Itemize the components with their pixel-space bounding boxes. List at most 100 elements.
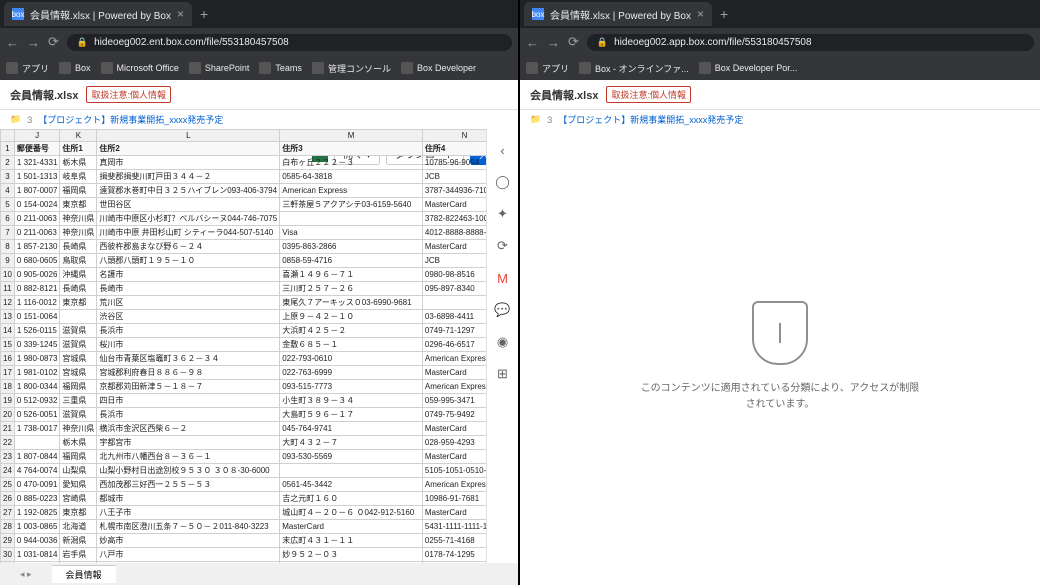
table-row[interactable]: 231 807-0844福岡県北九州市八幡西台８－３６－１093-530-556… xyxy=(1,450,519,464)
restricted-message: このコンテンツに適用されている分類により、アクセスが制限 されています。 xyxy=(641,381,920,413)
right-sidebar: ‹ ◯ ✦ ⟳ M 💬 ◉ ⊞ xyxy=(486,129,518,563)
table-row[interactable]: 50 154-0024東京都世田谷区三軒茶屋５アクアシテ03-6159-5640… xyxy=(1,198,519,212)
apps-button[interactable]: アプリ xyxy=(6,62,49,75)
table-row[interactable]: 181 800-0344福岡県京都郡苅田新津５－１８－７093-515-7773… xyxy=(1,380,519,394)
file-name: 会員情報.xlsx xyxy=(530,87,598,103)
sheet-nav[interactable]: ◂ ▸ xyxy=(0,569,52,580)
breadcrumb: 📁 3 【プロジェクト】新規事業開拓_xxxx発売予定 xyxy=(520,110,1040,129)
url-text: hideoeg002.ent.box.com/file/553180457508 xyxy=(94,37,289,48)
tab-bar: box 会員情報.xlsx | Powered by Box × + xyxy=(520,0,1040,28)
browser-tab[interactable]: box 会員情報.xlsx | Powered by Box × xyxy=(4,2,192,26)
gmail-icon[interactable]: M xyxy=(494,269,512,287)
table-row[interactable]: 301 031-0814岩手県八戸市妙９５２－０３0178-74-1295Ame… xyxy=(1,548,519,562)
file-name: 会員情報.xlsx xyxy=(10,87,78,103)
left-window: box 会員情報.xlsx | Powered by Box × + ← → ⟳… xyxy=(0,0,520,585)
table-row[interactable]: 31茨城県稲敷町２９６－４MasterCard5431-1111-1111-11… xyxy=(1,562,519,564)
table-row[interactable]: 150 339-1245滋賀県桜川市金敷６８５－１0296-46-6517Mas… xyxy=(1,338,519,352)
sub-count: 3 xyxy=(547,115,552,125)
right-window: box 会員情報.xlsx | Powered by Box × + ← → ⟳… xyxy=(520,0,1040,585)
chevron-icon[interactable]: ‹ xyxy=(494,141,512,159)
confidential-tag: 取扱注意:個人情報 xyxy=(86,86,171,103)
bookmark-boxdev[interactable]: Box Developer xyxy=(401,62,476,74)
table-row[interactable]: 21 321-4331栃木県真岡市白布ヶ丘２２２－３10785-96-9094A… xyxy=(1,156,519,170)
tab-bar: box 会員情報.xlsx | Powered by Box × + xyxy=(0,0,518,28)
new-tab-button[interactable]: + xyxy=(192,6,216,22)
table-row[interactable]: 60 211-0063神奈川県川崎市中原区小杉町？ベルバシーヌ044-746-7… xyxy=(1,212,519,226)
table-row[interactable]: 141 526-0115滋賀県長浜市大浜町４２５－２0749-71-1297Am… xyxy=(1,324,519,338)
table-row[interactable]: 90 680-0605鳥取県八頭郡八頭町１９５－１０0858-59-4716JC… xyxy=(1,254,519,268)
box-icon: box xyxy=(12,8,24,20)
table-row[interactable]: 290 944-0036新潟県妙高市末広町４３１－１１0255-71-4168M… xyxy=(1,534,519,548)
table-row[interactable]: 22栃木県宇都宮市大町４３２－７028-959-4293American Exp… xyxy=(1,436,519,450)
address-bar[interactable]: 🔒 hideoeg002.ent.box.com/file/5531804575… xyxy=(67,34,512,51)
table-row[interactable]: 161 980-0873宮城県仙台市青葉区塩竈町３６２－３４022-793-06… xyxy=(1,352,519,366)
apps-button[interactable]: アプリ xyxy=(526,62,569,75)
data-table: JKLMNOPQ1郵便番号住所1住所2住所3住所4電話番号クレジットカード会社ク… xyxy=(0,129,518,563)
reload-icon[interactable]: ⟳ xyxy=(48,34,59,50)
tab-title: 会員情報.xlsx | Powered by Box xyxy=(30,7,171,22)
table-row[interactable]: 281 003-0865北海道札幌市南区澄川五条７－５０－２011-840-32… xyxy=(1,520,519,534)
file-header: 会員情報.xlsx 取扱注意:個人情報 xyxy=(0,80,518,110)
table-row[interactable]: 271 192-0825東京都八王子市城山町４－２０－６ ０042-912-51… xyxy=(1,506,519,520)
project-folder[interactable]: 【プロジェクト】新規事業開拓_xxxx発売予定 xyxy=(38,113,223,126)
table-row[interactable]: 171 981-0102宮城県宮城郡利府春日８８６－９８022-763-6999… xyxy=(1,366,519,380)
back-icon[interactable]: ← xyxy=(6,35,19,50)
table-row[interactable]: 250 470-0091愛知県西加茂郡三好西一２５５－５３0561-45-344… xyxy=(1,478,519,492)
browser-tab[interactable]: box 会員情報.xlsx | Powered by Box × xyxy=(524,2,712,26)
close-icon[interactable]: × xyxy=(177,7,184,21)
table-row[interactable]: 190 512-0932三重県四日市小生町３８９－３４059-995-3471M… xyxy=(1,394,519,408)
sheet-tab[interactable]: 会員情報 xyxy=(52,565,116,583)
close-icon[interactable]: × xyxy=(697,7,704,21)
circle-icon[interactable]: ◯ xyxy=(494,173,512,191)
sheet-tab-bar: ◂ ▸ 会員情報 xyxy=(0,563,518,585)
new-tab-button[interactable]: + xyxy=(712,6,736,22)
confidential-tag: 取扱注意:個人情報 xyxy=(606,86,691,103)
breadcrumb: 📁 3 【プロジェクト】新規事業開拓_xxxx発売予定 xyxy=(0,110,518,129)
project-folder[interactable]: 【プロジェクト】新規事業開拓_xxxx発売予定 xyxy=(558,113,743,126)
table-row[interactable]: 200 526-0051滋賀県長浜市大島町５９６－１７0749-75-9492M… xyxy=(1,408,519,422)
refresh-icon[interactable]: ⟳ xyxy=(494,237,512,255)
folder-icon: 📁 xyxy=(530,114,541,125)
bookmark-bar: アプリ Box Microsoft Office SharePoint Team… xyxy=(0,56,518,80)
bookmark-box[interactable]: Box xyxy=(59,62,91,74)
tab-title: 会員情報.xlsx | Powered by Box xyxy=(550,7,691,22)
table-row[interactable]: 81 857-2130長崎県西彼杵郡島まなび野６－２４0395-863-2866… xyxy=(1,240,519,254)
bookmark-boxdev[interactable]: Box Developer Por... xyxy=(699,62,798,74)
table-row[interactable]: 110 882-8121長崎県長崎市三川町２５７－２６095-897-8340M… xyxy=(1,282,519,296)
table-row[interactable]: 31 501-1313岐阜県揖斐郡揖斐川町戸田３４４－２0585-64-3818… xyxy=(1,170,519,184)
bookmark-msoffice[interactable]: Microsoft Office xyxy=(101,62,179,74)
bookmark-box[interactable]: Box - オンラインファ... xyxy=(579,62,689,75)
shield-icon xyxy=(752,301,808,365)
bookmark-sharepoint[interactable]: SharePoint xyxy=(189,62,250,74)
table-row[interactable]: 130 151-0064渋谷区上原９－４２－１０03-6898-4411Visa… xyxy=(1,310,519,324)
star-icon[interactable]: ✦ xyxy=(494,205,512,223)
badge-icon[interactable]: ◉ xyxy=(494,333,512,351)
reload-icon[interactable]: ⟳ xyxy=(568,34,579,50)
address-bar[interactable]: 🔒 hideoeg002.app.box.com/file/5531804575… xyxy=(587,34,1034,51)
box-content: 会員情報.xlsx 取扱注意:個人情報 📁 3 【プロジェクト】新規事業開拓_x… xyxy=(520,80,1040,585)
table-row[interactable]: 100 905-0026沖縄県名護市喜瀬１４９６－７１0980-98-8516J… xyxy=(1,268,519,282)
forward-icon: → xyxy=(27,35,40,50)
table-row[interactable]: 121 116-0012東京都荒川区東尾久７アーキッス０03-6990-9681… xyxy=(1,296,519,310)
table-row[interactable]: 70 211-0063神奈川県川崎市中原 井田杉山町 シティーラ044-507-… xyxy=(1,226,519,240)
spreadsheet[interactable]: JKLMNOPQ1郵便番号住所1住所2住所3住所4電話番号クレジットカード会社ク… xyxy=(0,129,518,563)
lock-icon: 🔒 xyxy=(597,37,608,48)
back-icon[interactable]: ← xyxy=(526,35,539,50)
chat-icon[interactable]: 💬 xyxy=(494,301,512,319)
table-row[interactable]: 260 885-0223宮崎県都城市吉之元町１６０10986-91-7681Ma… xyxy=(1,492,519,506)
restricted-panel: このコンテンツに適用されている分類により、アクセスが制限 されています。 xyxy=(520,129,1040,585)
forward-icon: → xyxy=(547,35,560,50)
folder-icon: 📁 xyxy=(10,114,21,125)
apps-icon[interactable]: ⊞ xyxy=(494,365,512,383)
address-bar-row: ← → ⟳ 🔒 hideoeg002.app.box.com/file/5531… xyxy=(520,28,1040,56)
bookmark-admin[interactable]: 管理コンソール xyxy=(312,62,391,75)
box-content: 会員情報.xlsx 取扱注意:個人情報 📁 3 【プロジェクト】新規事業開拓_x… xyxy=(0,80,518,585)
address-bar-row: ← → ⟳ 🔒 hideoeg002.ent.box.com/file/5531… xyxy=(0,28,518,56)
bookmark-bar: アプリ Box - オンラインファ... Box Developer Por..… xyxy=(520,56,1040,80)
table-row[interactable]: 211 738-0017神奈川県横浜市金沢区西柴６－２045-764-9741M… xyxy=(1,422,519,436)
table-row[interactable]: 41 807-0007福岡県遠賀郡水巻町中日３２５ハイブレン093-406-37… xyxy=(1,184,519,198)
bookmark-teams[interactable]: Teams xyxy=(259,62,302,74)
table-row[interactable]: 244 764-0074山梨県山梨小野村日出途別校９５３０ ３０８-30-600… xyxy=(1,464,519,478)
box-icon: box xyxy=(532,8,544,20)
sub-count: 3 xyxy=(27,115,32,125)
